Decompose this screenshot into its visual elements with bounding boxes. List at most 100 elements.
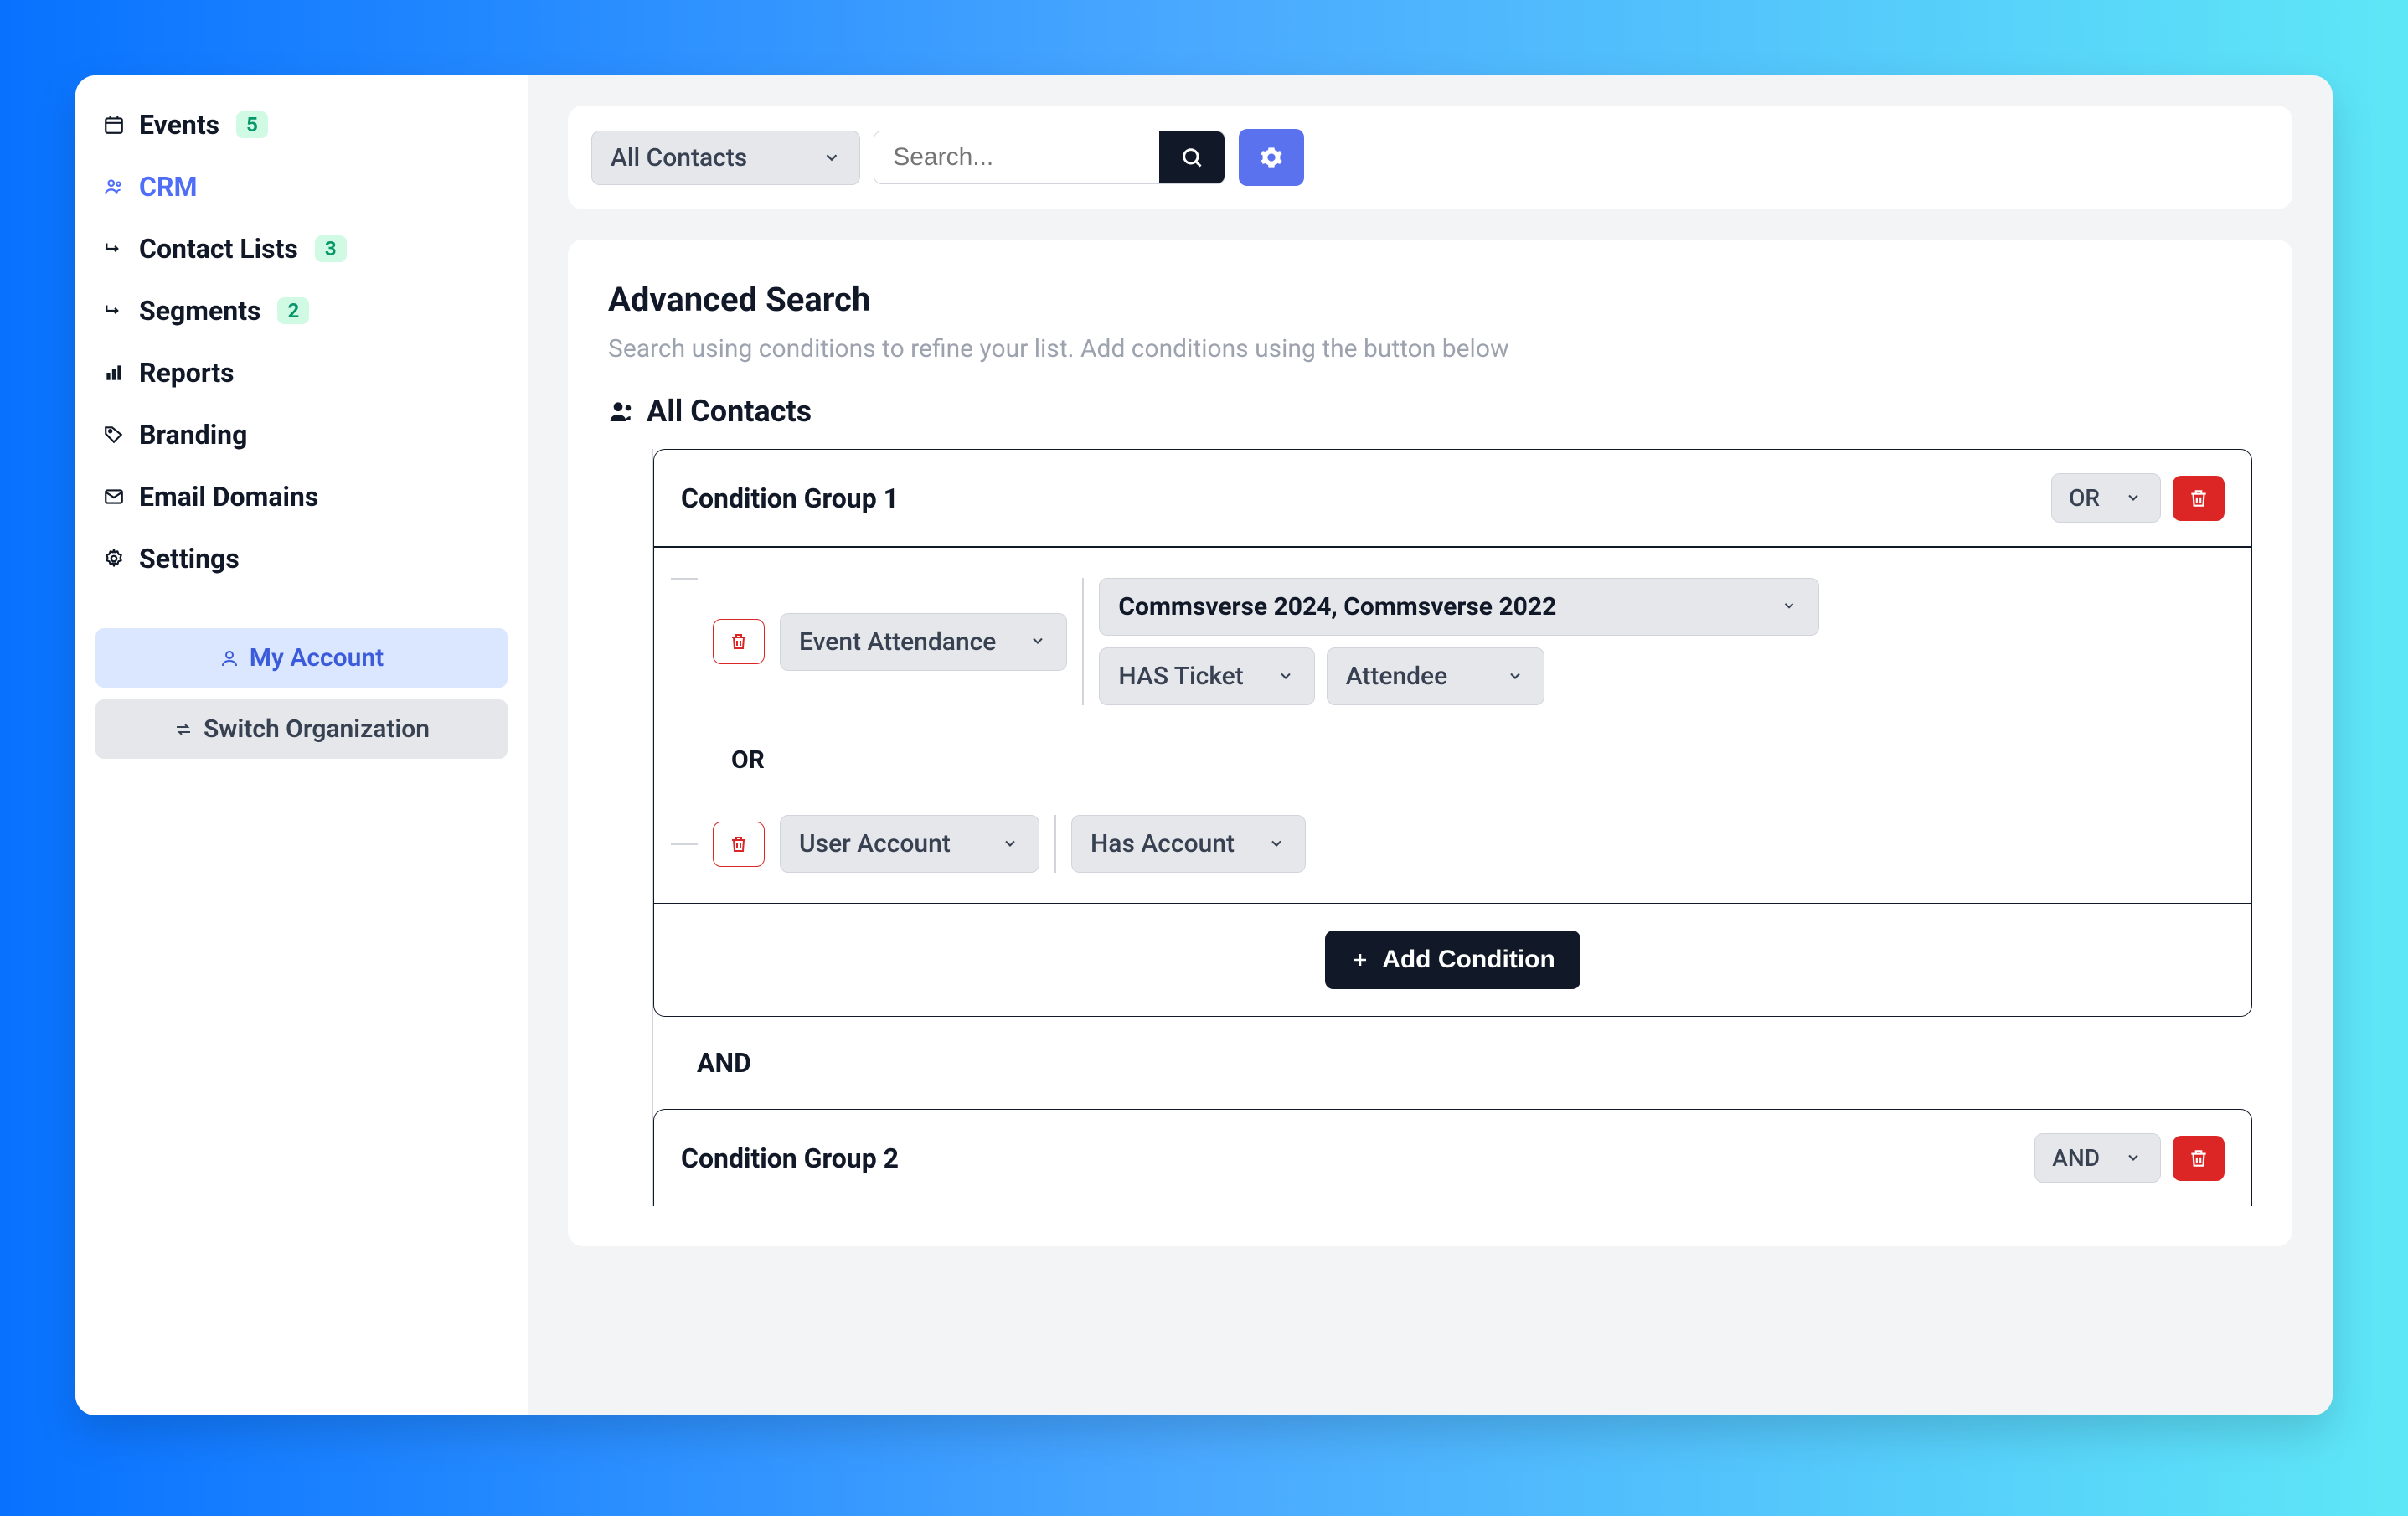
chevron-down-icon [822, 148, 841, 167]
plus-icon [1350, 950, 1370, 970]
calendar-icon [102, 113, 126, 137]
trash-icon [2188, 1147, 2209, 1169]
group-2-logic-value: AND [2052, 1144, 2100, 1172]
condition-right: Commsverse 2024, Commsverse 2022 HAS Tic… [1099, 578, 1819, 705]
contacts-filter-value: All Contacts [611, 143, 747, 173]
group-1-logic-select[interactable]: OR [2051, 473, 2161, 523]
sidebar-item-contact-lists[interactable]: Contact Lists 3 [95, 219, 508, 278]
search-input[interactable] [874, 131, 1159, 183]
group-2-title: Condition Group 2 [681, 1142, 899, 1174]
condition-field-select[interactable]: Event Attendance [780, 613, 1067, 671]
my-account-label: My Account [250, 643, 384, 673]
sidebar-badge: 2 [277, 297, 309, 324]
group-1-conditions: Event Attendance Commsverse 2024, Commsv… [654, 548, 2251, 904]
contacts-filter-select[interactable]: All Contacts [591, 131, 860, 185]
condition-field-select[interactable]: User Account [780, 815, 1039, 873]
conditions-tree: Condition Group 1 OR [652, 449, 2252, 1206]
condition-field-value: User Account [799, 829, 951, 859]
sub-arrow-icon [102, 237, 126, 260]
separator [1082, 578, 1084, 705]
between-logic-label: AND [653, 1017, 2252, 1109]
trash-icon [729, 834, 749, 854]
add-condition-button[interactable]: Add Condition [1325, 931, 1580, 989]
inner-or-label: OR [671, 705, 2221, 815]
sidebar-item-events[interactable]: Events 5 [95, 95, 508, 154]
sidebar-item-label: Contact Lists [139, 233, 298, 265]
chevron-down-icon [1507, 668, 1525, 686]
group-1-logic-value: OR [2069, 484, 2100, 512]
role-select[interactable]: Attendee [1327, 647, 1544, 705]
chevron-down-icon [1782, 598, 1800, 616]
sidebar-item-label: Reports [139, 357, 235, 389]
sidebar-item-label: CRM [139, 171, 197, 203]
contacts-header-label: All Contacts [647, 394, 812, 429]
account-op-value: Has Account [1091, 829, 1235, 859]
delete-condition-button[interactable] [713, 822, 765, 867]
condition-left: Event Attendance [713, 613, 1067, 671]
sidebar-item-label: Email Domains [139, 481, 318, 513]
account-op-select[interactable]: Has Account [1071, 815, 1306, 873]
condition-group-1: Condition Group 1 OR [653, 449, 2252, 1017]
condition-row: Event Attendance Commsverse 2024, Commsv… [671, 578, 2221, 705]
people-icon [608, 398, 635, 425]
sidebar-item-crm[interactable]: CRM [95, 157, 508, 216]
trash-icon [2188, 487, 2209, 509]
group-1-header: Condition Group 1 OR [654, 450, 2251, 548]
swap-icon [173, 719, 193, 740]
sidebar-item-reports[interactable]: Reports [95, 343, 508, 402]
advanced-search-title: Advanced Search [608, 280, 2252, 319]
my-account-button[interactable]: My Account [95, 628, 508, 688]
group-1-title: Condition Group 1 [681, 482, 899, 514]
sidebar-item-label: Events [139, 109, 219, 141]
mail-icon [102, 485, 126, 508]
trash-icon [729, 632, 749, 652]
delete-condition-button[interactable] [713, 619, 765, 664]
chevron-down-icon [1277, 668, 1296, 686]
sidebar-badge: 3 [315, 235, 347, 262]
chart-icon [102, 361, 126, 384]
chevron-down-icon [1002, 835, 1020, 853]
sidebar-item-branding[interactable]: Branding [95, 405, 508, 464]
add-condition-row: Add Condition [654, 904, 2251, 1016]
search-wrap [874, 131, 1225, 184]
group-2-controls: AND [2034, 1133, 2225, 1183]
sidebar-item-label: Segments [139, 295, 260, 327]
sidebar-nav: Events 5 CRM Contact Lists 3 [95, 95, 508, 588]
sidebar-badge: 5 [236, 111, 268, 138]
delete-group-2-button[interactable] [2173, 1136, 2225, 1181]
sidebar: Events 5 CRM Contact Lists 3 [75, 75, 528, 1415]
user-icon [219, 648, 240, 668]
search-icon [1180, 146, 1204, 169]
tag-icon [102, 423, 126, 446]
ticket-op-value: HAS Ticket [1118, 662, 1243, 691]
chevron-down-icon [1029, 632, 1048, 651]
condition-field-value: Event Attendance [799, 627, 996, 657]
gear-icon [1260, 146, 1283, 169]
sidebar-item-settings[interactable]: Settings [95, 529, 508, 588]
gear-icon [102, 547, 126, 570]
delete-group-1-button[interactable] [2173, 476, 2225, 521]
group-2-logic-select[interactable]: AND [2034, 1133, 2161, 1183]
search-button[interactable] [1159, 131, 1225, 183]
sidebar-item-label: Branding [139, 419, 247, 451]
condition-group-2: Condition Group 2 AND [653, 1109, 2252, 1206]
sidebar-item-label: Settings [139, 543, 240, 575]
group-1-controls: OR [2051, 473, 2225, 523]
condition-right-row: HAS Ticket Attendee [1099, 647, 1819, 705]
events-value: Commsverse 2024, Commsverse 2022 [1118, 592, 1556, 621]
contacts-header: All Contacts [608, 394, 2252, 429]
app-window: Events 5 CRM Contact Lists 3 [75, 75, 2333, 1415]
switch-organization-button[interactable]: Switch Organization [95, 699, 508, 759]
events-multiselect[interactable]: Commsverse 2024, Commsverse 2022 [1099, 578, 1819, 636]
condition-left: User Account [713, 815, 1039, 873]
sidebar-item-email-domains[interactable]: Email Domains [95, 467, 508, 526]
main-content: All Contacts Advanced Search [528, 75, 2333, 1415]
settings-button[interactable] [1239, 129, 1304, 186]
condition-row: User Account Has Account [671, 815, 2221, 873]
ticket-op-select[interactable]: HAS Ticket [1099, 647, 1314, 705]
switch-organization-label: Switch Organization [204, 714, 430, 744]
toolbar: All Contacts [568, 106, 2292, 209]
chevron-down-icon [2125, 1149, 2143, 1168]
chevron-down-icon [2125, 489, 2143, 508]
sidebar-item-segments[interactable]: Segments 2 [95, 281, 508, 340]
